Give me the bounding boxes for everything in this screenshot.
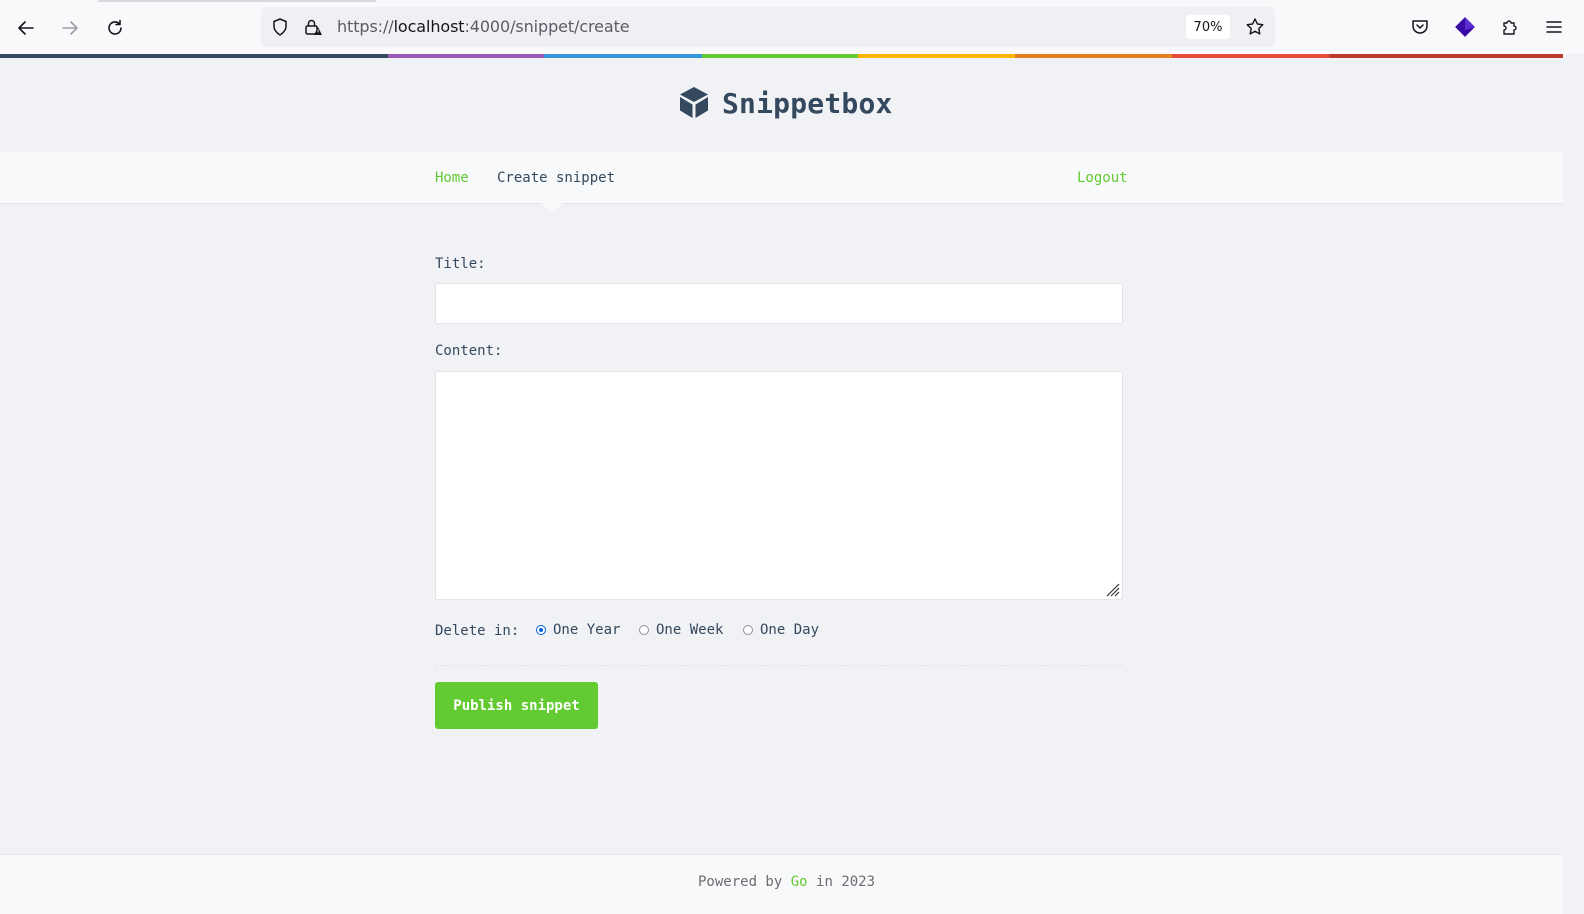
puzzle-icon (1503, 20, 1517, 35)
shield-icon[interactable] (270, 17, 290, 37)
lock-warning-icon[interactable] (303, 17, 323, 37)
radio-label: One Day (760, 622, 820, 638)
content-label: Content: (435, 343, 503, 359)
footer-suffix: in 2023 (816, 874, 876, 890)
menu-button[interactable] (1543, 16, 1565, 38)
extensions-button[interactable] (1499, 16, 1521, 38)
back-button[interactable] (12, 14, 40, 42)
main-nav: Home Create snippet Logout (0, 152, 1563, 204)
zoom-level-badge[interactable]: 70% (1186, 15, 1230, 39)
arrow-right-icon (62, 21, 78, 35)
radio-one-year[interactable]: One Year (536, 622, 620, 638)
footer-text: Powered by Go in 2023 (698, 874, 875, 890)
arrow-left-icon (18, 21, 34, 35)
site-footer: Powered by Go in 2023 (0, 854, 1563, 914)
nav-create-snippet-link[interactable]: Create snippet (497, 170, 615, 186)
resize-handle-icon[interactable] (1104, 581, 1120, 597)
url-path: :4000/snippet/create (464, 17, 630, 36)
tab-indicator (98, 0, 376, 2)
scrollbar-track[interactable] (1563, 54, 1584, 913)
brand-title: Snippetbox (722, 86, 893, 120)
forward-button[interactable] (56, 14, 84, 42)
site-header: Snippetbox (0, 58, 1563, 153)
pocket-icon (1412, 20, 1428, 34)
nav-home-link[interactable]: Home (435, 170, 469, 186)
url-text[interactable]: https://localhost:4000/snippet/create (337, 17, 630, 36)
active-nav-pointer (542, 203, 562, 213)
radio-one-week[interactable]: One Week (639, 622, 723, 638)
content-textarea[interactable] (435, 371, 1123, 600)
extension-cube-button[interactable] (1454, 16, 1476, 38)
footer-prefix: Powered by (698, 874, 783, 890)
star-icon[interactable] (1245, 17, 1265, 37)
footer-go-link[interactable]: Go (791, 874, 808, 890)
radio-one-day[interactable]: One Day (743, 622, 819, 638)
form-divider (435, 665, 1123, 666)
hamburger-icon (1546, 21, 1562, 33)
url-scheme: https:// (337, 17, 394, 36)
title-label: Title: (435, 256, 486, 272)
radio-unchecked-icon[interactable] (639, 625, 649, 635)
title-input[interactable] (435, 283, 1123, 324)
radio-label: One Year (553, 622, 621, 638)
reload-button[interactable] (101, 14, 129, 42)
radio-unchecked-icon[interactable] (743, 625, 753, 635)
pocket-button[interactable] (1409, 16, 1431, 38)
purple-cube-icon (1455, 17, 1475, 37)
brand-link[interactable]: Snippetbox (678, 86, 893, 120)
reload-icon (108, 19, 122, 35)
url-host: localhost (393, 17, 465, 36)
cube-icon (680, 87, 708, 118)
delete-in-label: Delete in: (435, 623, 520, 639)
nav-logout-link[interactable]: Logout (1077, 170, 1128, 186)
radio-checked-icon[interactable] (536, 625, 546, 635)
browser-toolbar: https://localhost:4000/snippet/create 70… (0, 0, 1584, 55)
address-bar[interactable]: https://localhost:4000/snippet/create 70… (261, 7, 1275, 47)
radio-label: One Week (656, 622, 724, 638)
publish-snippet-button[interactable]: Publish snippet (435, 682, 598, 729)
